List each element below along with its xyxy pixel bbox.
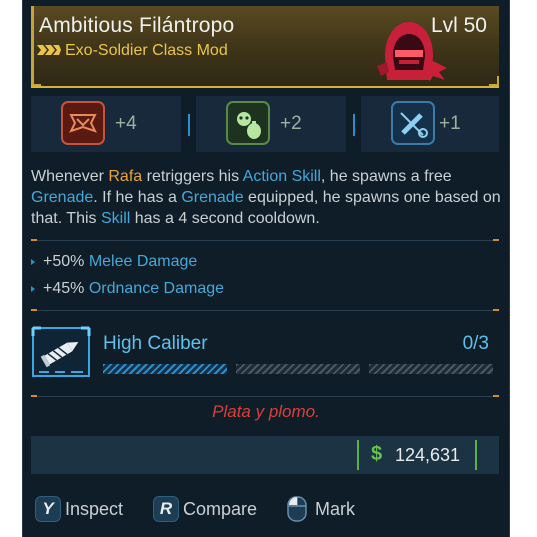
stat-label: Ordnance Damage bbox=[88, 280, 225, 297]
divider-tick bbox=[493, 309, 499, 311]
desc-keyword-rafa: Rafa bbox=[108, 168, 143, 185]
key-y-icon: Y bbox=[35, 496, 61, 522]
hooded-skull-emblem-icon bbox=[377, 22, 447, 82]
skill-bonus-value: +1 bbox=[439, 113, 461, 134]
bullet-cartridge-icon bbox=[31, 326, 91, 377]
skill-separator bbox=[188, 114, 190, 136]
desc-keyword-grenade: Grenade bbox=[181, 189, 244, 206]
desc-keyword-action-skill: Action Skill bbox=[242, 168, 321, 185]
divider-tick bbox=[31, 239, 37, 241]
key-r-icon: R bbox=[153, 496, 179, 522]
item-description: Whenever Rafa retriggers his Action Skil… bbox=[31, 166, 501, 229]
compare-label: Compare bbox=[183, 499, 258, 519]
item-class-mod: Exo-Soldier Class Mod bbox=[65, 42, 228, 59]
skill-bonus-row: +4 +2 +1 bbox=[31, 96, 499, 152]
stat-label: Melee Damage bbox=[88, 253, 198, 270]
stat-value: +50% bbox=[43, 253, 85, 270]
item-card: Ambitious Filántropo Lvl 50 Exo-Soldier … bbox=[22, 0, 510, 537]
compare-button[interactable]: R Compare bbox=[153, 492, 273, 526]
desc-text: retriggers his bbox=[142, 168, 243, 185]
skill-bonus-banner: +4 bbox=[31, 96, 181, 152]
price-bar: $ 124,631 bbox=[31, 436, 499, 474]
price-value: 124,631 bbox=[395, 445, 461, 465]
perk-rank-bar bbox=[369, 364, 493, 374]
skill-bonus-value: +4 bbox=[115, 113, 137, 134]
action-footer: Y Inspect R Compare Mark bbox=[31, 492, 499, 526]
perk-row[interactable]: High Caliber 0/3 bbox=[31, 322, 499, 384]
item-name: Ambitious Filántropo bbox=[39, 14, 235, 37]
desc-text: has a 4 second cooldown. bbox=[130, 210, 320, 227]
corner-tick bbox=[31, 76, 41, 86]
banner-skill-icon bbox=[61, 101, 105, 145]
divider-tick bbox=[493, 239, 499, 241]
stat-bullet bbox=[31, 285, 35, 292]
mouse-icon bbox=[287, 496, 307, 522]
desc-text: , he spawns a free bbox=[320, 168, 452, 185]
desc-text: Whenever bbox=[31, 168, 109, 185]
section-divider bbox=[31, 396, 499, 397]
flavor-text: Plata y plomo. bbox=[212, 402, 320, 421]
divider-tick bbox=[31, 309, 37, 311]
desc-keyword-skill: Skill bbox=[100, 210, 131, 227]
currency-icon: $ bbox=[371, 443, 383, 465]
price-tag: $ 124,631 bbox=[357, 440, 477, 470]
desc-text: . If he has a bbox=[93, 189, 182, 206]
mark-button[interactable]: Mark bbox=[287, 492, 377, 526]
perk-rank-bar bbox=[236, 364, 360, 374]
perk-name: High Caliber bbox=[103, 333, 208, 354]
section-divider bbox=[31, 310, 499, 311]
stat-line-melee: +50% Melee Damage bbox=[31, 253, 197, 271]
desc-keyword-grenade: Grenade bbox=[31, 189, 94, 206]
skill-separator bbox=[353, 114, 355, 136]
mark-label: Mark bbox=[315, 499, 355, 519]
inspect-button[interactable]: Y Inspect bbox=[35, 492, 145, 526]
section-divider bbox=[31, 240, 499, 241]
skill-bonus-value: +2 bbox=[280, 113, 302, 134]
divider-tick bbox=[493, 395, 499, 397]
skill-bonus-syringe: +1 bbox=[361, 96, 499, 152]
stat-value: +45% bbox=[43, 280, 85, 297]
legendary-chevrons-icon bbox=[37, 45, 61, 55]
inspect-label: Inspect bbox=[65, 499, 124, 519]
perk-rank-bar bbox=[103, 364, 227, 374]
stat-bullet bbox=[31, 258, 35, 265]
corner-tick bbox=[489, 76, 499, 86]
item-header: Ambitious Filántropo Lvl 50 Exo-Soldier … bbox=[31, 6, 499, 88]
stat-line-ordnance: +45% Ordnance Damage bbox=[31, 280, 224, 298]
syringe-skill-icon bbox=[391, 101, 435, 145]
perk-rank: 0/3 bbox=[462, 333, 489, 354]
divider-tick bbox=[31, 395, 37, 397]
grenade-skill-icon bbox=[226, 101, 270, 145]
skill-bonus-grenade: +2 bbox=[196, 96, 346, 152]
